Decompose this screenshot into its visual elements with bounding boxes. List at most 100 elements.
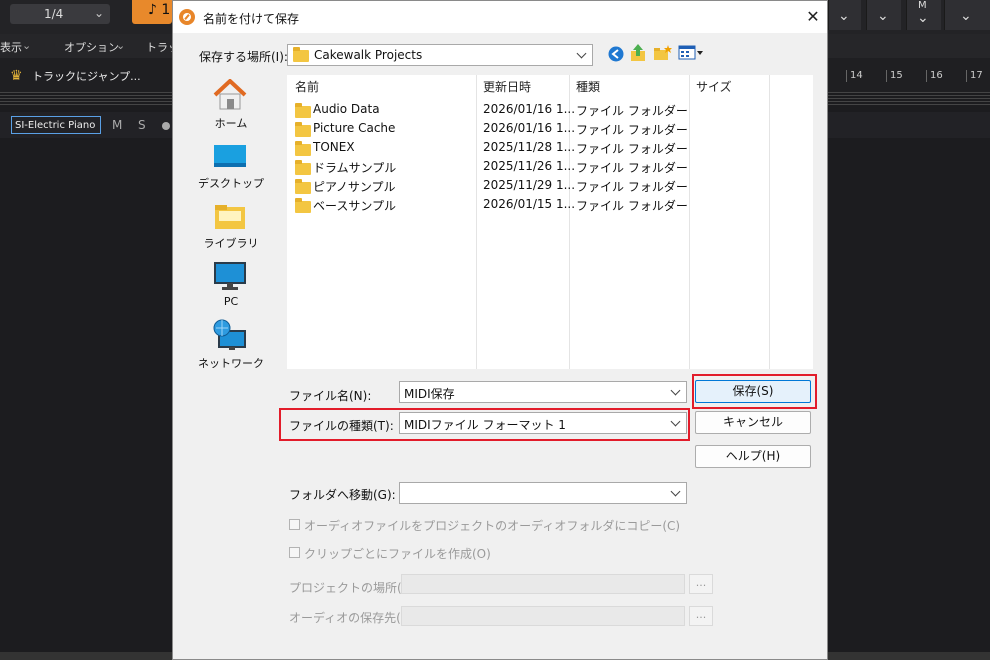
place-network[interactable]: ネットワーク [187,317,275,375]
pc-icon [214,262,246,290]
file-type: ファイル フォルダー [576,142,688,156]
close-icon[interactable]: ✕ [801,5,825,29]
ruler-tick: 15 [886,70,903,82]
list-item[interactable]: Picture Cache 2026/01/16 1... ファイル フォルダー [287,119,813,138]
save-button[interactable]: 保存(S) [695,380,811,403]
crown-icon: ♛ [10,68,23,84]
view-menu-icon[interactable] [678,44,704,62]
record-arm-button[interactable] [162,122,170,130]
filetype-combo[interactable]: MIDIファイル フォーマット 1 [399,412,687,434]
folder-icon [293,47,309,62]
chevron-down-icon: ⌄ [116,39,126,52]
cakewalk-app-icon [179,9,195,25]
places-bar: ホーム デスクトップ ライブラリ PC ネットワーク [187,73,275,373]
right-toolbar-button-3[interactable]: M ⌄ [906,0,941,30]
goto-folder-combo[interactable] [399,482,687,504]
help-button[interactable]: ヘルプ(H) [695,445,811,468]
place-pc[interactable]: PC [187,257,275,315]
position-value: 1/4 [44,7,64,21]
file-type: ファイル フォルダー [576,180,688,194]
list-item[interactable]: TONEX 2025/11/28 1... ファイル フォルダー [287,138,813,157]
chevron-down-icon [575,47,589,63]
file-name: Picture Cache [313,121,396,135]
solo-button[interactable]: S [138,118,146,132]
filename-combo[interactable]: MIDI保存 [399,381,687,403]
list-item[interactable]: ベースサンプル 2026/01/15 1... ファイル フォルダー [287,195,813,214]
up-folder-icon[interactable] [629,43,647,61]
project-location-label: プロジェクトの場所(E): [289,581,418,595]
file-date: 2025/11/26 1... [483,159,576,173]
goto-folder-label: フォルダへ移動(G): [289,488,396,502]
column-header-type[interactable]: 種類 [576,78,600,95]
file-date: 2026/01/16 1... [483,121,576,135]
file-date: 2026/01/16 1... [483,102,576,116]
column-header-size[interactable]: サイズ [696,78,732,95]
folder-icon [295,198,311,213]
chevron-down-icon: ⌄ [960,8,972,24]
chevron-down-icon [669,485,683,501]
per-clip-label: クリップごとにファイルを作成(O) [304,547,491,561]
per-clip-checkbox[interactable] [289,547,300,558]
library-icon [215,205,245,229]
copy-audio-checkbox[interactable] [289,519,300,530]
chevron-down-icon: ⌄ [93,6,104,20]
list-item[interactable]: ピアノサンプル 2025/11/29 1... ファイル フォルダー [287,176,813,195]
column-header-date[interactable]: 更新日時 [483,78,531,95]
audio-dest-input[interactable] [401,606,685,626]
note-button-label: ♪ 1 [148,2,171,18]
place-desktop[interactable]: デスクトップ [187,137,275,195]
audio-dest-browse-button[interactable]: ... [689,606,713,626]
folder-icon [295,122,311,137]
file-type: ファイル フォルダー [576,199,688,213]
ruler-tick: 16 [926,70,943,82]
project-location-input[interactable] [401,574,685,594]
file-type: ファイル フォルダー [576,104,688,118]
menu-options[interactable]: オプション [64,39,119,55]
project-location-browse-button[interactable]: ... [689,574,713,594]
position-selector[interactable]: 1/4 ⌄ [10,4,110,24]
network-icon [213,319,246,350]
file-date: 2026/01/15 1... [483,197,576,211]
cancel-button[interactable]: キャンセル [695,411,811,434]
timeline-ruler[interactable]: 14 15 16 17 [828,66,990,84]
file-name: TONEX [313,140,355,154]
list-item[interactable]: Audio Data 2026/01/16 1... ファイル フォルダー [287,100,813,119]
right-toolbar-button-1[interactable]: ⌄ [828,0,861,30]
place-label: ライブラリ [203,237,259,250]
right-toolbar-button-4[interactable]: ⌄ [944,0,990,30]
copy-audio-label: オーディオファイルをプロジェクトのオーディオフォルダにコピー(C) [304,519,681,533]
chevron-down-icon [669,415,683,431]
file-name: ピアノサンプル [313,180,396,194]
place-library[interactable]: ライブラリ [187,197,275,255]
back-icon[interactable] [607,45,625,63]
save-in-label: 保存する場所(I): [199,50,288,64]
new-folder-icon[interactable] [653,44,672,62]
note-button[interactable]: ♪ 1 [132,0,172,24]
file-name: ベースサンプル [313,199,397,213]
ruler-tick: 14 [846,70,863,82]
save-in-combo[interactable]: Cakewalk Projects [287,44,593,66]
folder-icon [295,160,311,175]
list-item[interactable]: ドラムサンプル 2025/11/26 1... ファイル フォルダー [287,157,813,176]
right-toolbar-button-2[interactable]: ⌄ [866,0,901,30]
column-header-name[interactable]: 名前 [295,78,319,95]
track-name-field[interactable]: SI-Electric Piano [11,116,101,134]
folder-icon [295,179,311,194]
place-home[interactable]: ホーム [187,77,275,135]
chevron-down-icon: ⌄ [838,8,850,24]
file-date: 2025/11/29 1... [483,178,576,192]
chevron-down-icon [669,384,683,400]
file-type: ファイル フォルダー [576,123,688,137]
place-label: デスクトップ [198,177,264,190]
mute-button[interactable]: M [112,118,122,132]
filename-value: MIDI保存 [404,387,455,401]
jump-to-track-button[interactable]: トラックにジャンプ... [32,68,141,84]
dialog-title: 名前を付けて保存 [203,12,300,26]
place-label: ネットワーク [198,357,264,370]
file-list[interactable]: 名前 更新日時 種類 サイズ Audio Data 2026/01/16 1..… [287,75,813,369]
desktop-icon [214,145,246,167]
menu-view[interactable]: 表示 [0,39,22,55]
chevron-down-icon: ⌄ [877,8,889,24]
save-in-value: Cakewalk Projects [314,48,423,62]
place-label: PC [223,295,239,308]
